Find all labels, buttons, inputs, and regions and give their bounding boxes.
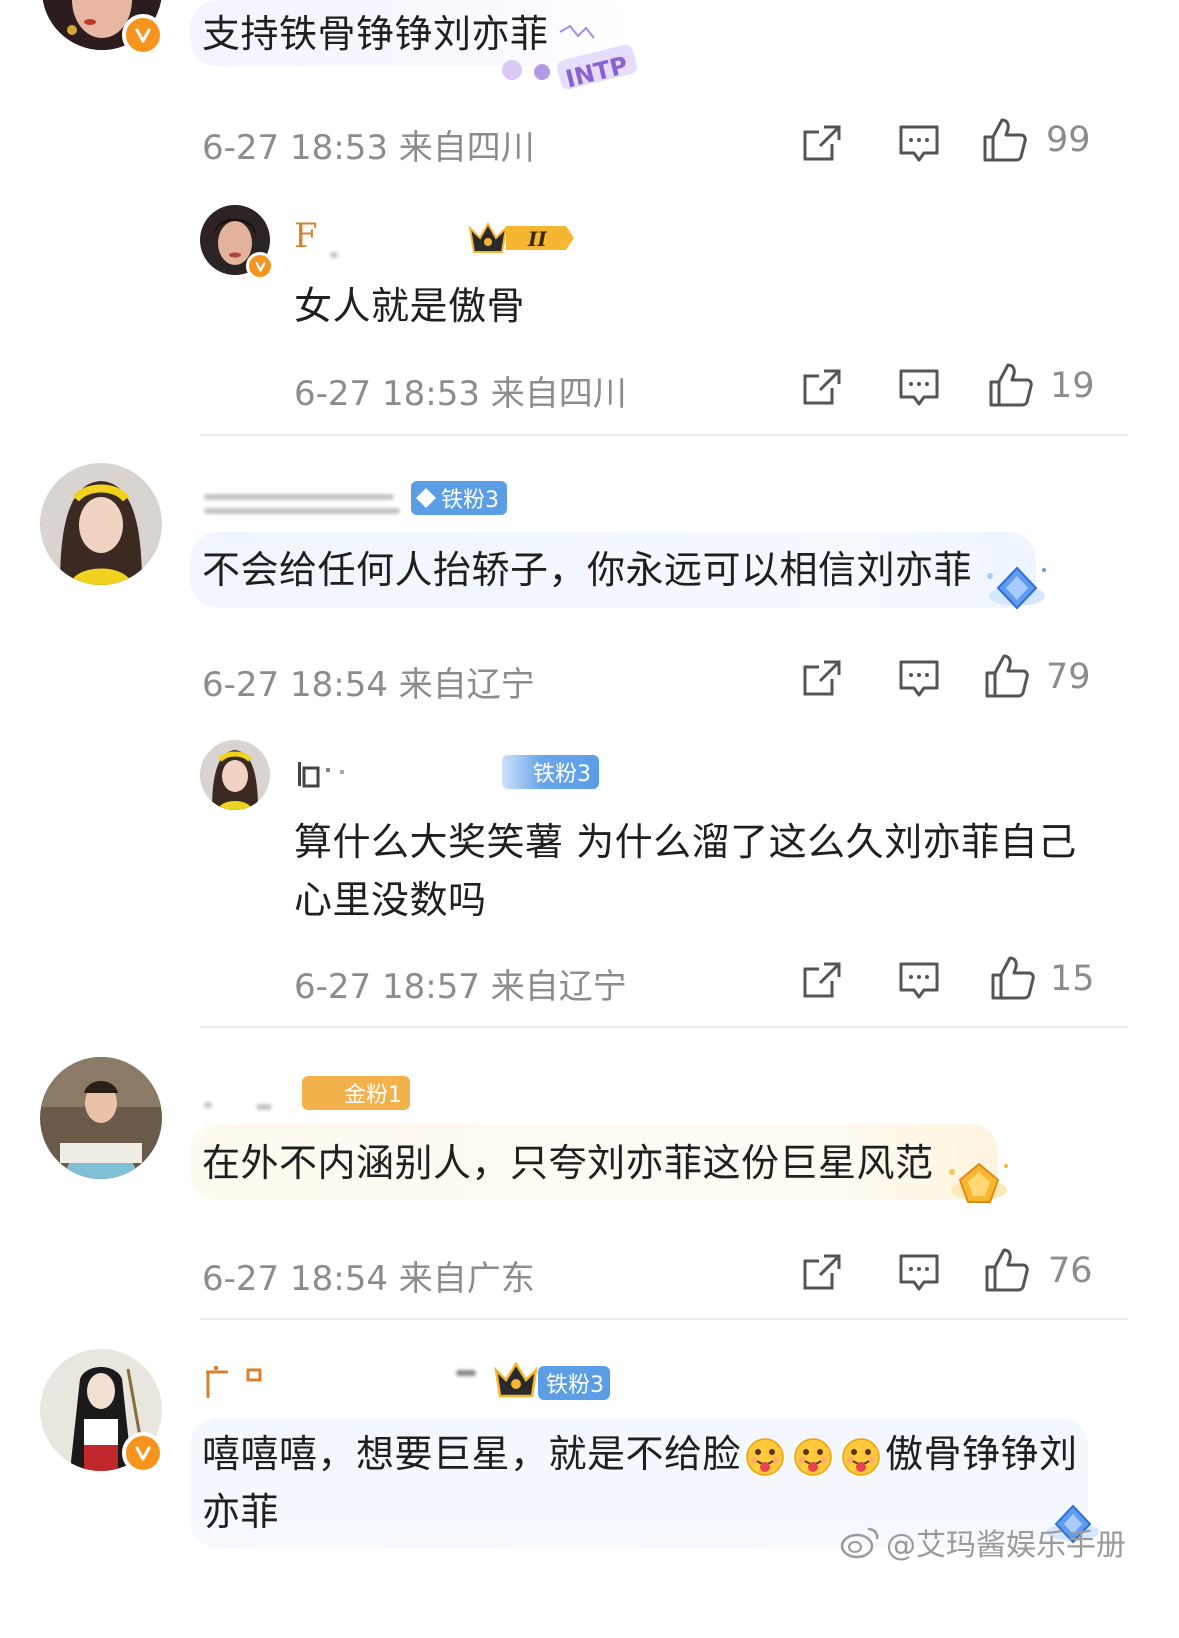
fan-badge: 铁粉3	[411, 481, 507, 515]
username-redacted	[204, 508, 400, 514]
share-icon[interactable]	[802, 1253, 842, 1295]
comment-text-part: 嘻嘻嘻，想要巨星，就是不给脸	[202, 1432, 742, 1476]
crown-icon	[492, 1360, 542, 1400]
crown-level-badge: II	[466, 218, 578, 258]
fan-badge-label: 铁粉3	[546, 1373, 604, 1398]
like-count: 99	[1046, 120, 1091, 160]
fan-badge-label: 铁粉3	[441, 488, 499, 513]
share-icon[interactable]	[802, 659, 842, 701]
comment-text: 在外不内涵别人，只夸刘亦菲这份巨星风范	[202, 1141, 934, 1185]
comment-icon[interactable]	[898, 961, 940, 1005]
fan-badge: 铁粉3	[538, 1366, 610, 1400]
comment-meta: 6-27 18:54 来自广东	[202, 1259, 535, 1299]
comment-meta: 6-27 18:54 来自辽宁	[202, 665, 535, 705]
share-icon[interactable]	[802, 124, 842, 166]
like-icon[interactable]	[990, 955, 1036, 1005]
fan-badge-label: 铁粉3	[533, 762, 591, 787]
sticker-label: INTP	[563, 51, 631, 92]
username-redacted	[204, 1102, 212, 1108]
avatar[interactable]	[40, 463, 162, 585]
verified-badge-icon	[122, 1432, 164, 1474]
tongue-emoji-icon	[841, 1434, 881, 1476]
tongue-emoji-icon	[745, 1434, 785, 1476]
comment-text: 女人就是傲骨	[294, 284, 526, 328]
username-partial	[296, 758, 356, 788]
fan-badge: 金粉1	[302, 1076, 410, 1110]
comment-icon[interactable]	[898, 368, 940, 412]
gem-decoration-icon	[944, 1156, 1014, 1212]
watermark-text: @艾玛酱娱乐手册	[886, 1528, 1126, 1563]
comment-text-part: 傲骨铮铮刘	[885, 1432, 1078, 1476]
level-label: II	[527, 227, 547, 251]
comment-text: 不会给任何人抬轿子，你永远可以相信刘亦菲	[202, 548, 973, 592]
username-redacted	[204, 494, 394, 500]
comment-icon[interactable]	[898, 659, 940, 703]
like-icon[interactable]	[984, 1247, 1030, 1297]
avatar[interactable]	[200, 740, 270, 810]
weibo-logo-icon	[840, 1525, 880, 1559]
comment-meta: 6-27 18:53 来自四川	[294, 374, 627, 414]
share-icon[interactable]	[802, 961, 842, 1003]
like-count: 19	[1050, 366, 1095, 406]
fan-badge: 铁粉3	[502, 755, 599, 789]
divider	[200, 1026, 1128, 1028]
comment-text: 嘻嘻嘻，想要巨星，就是不给脸 傲骨铮铮刘	[202, 1424, 1078, 1484]
comment-icon[interactable]	[898, 124, 940, 168]
like-count: 15	[1050, 959, 1095, 999]
watermark: @艾玛酱娱乐手册	[840, 1520, 1126, 1564]
username[interactable]: F	[294, 216, 318, 256]
like-icon[interactable]	[984, 653, 1030, 703]
divider	[200, 434, 1128, 436]
comment-text: 算什么大奖笑薯 为什么溜了这么久刘亦菲自己心里没数吗	[294, 820, 1077, 922]
diamond-decoration-icon	[982, 562, 1052, 616]
like-count: 79	[1046, 657, 1091, 697]
username-partial	[204, 1364, 268, 1400]
share-icon[interactable]	[802, 368, 842, 410]
comment-text-line2: 亦菲	[202, 1490, 280, 1534]
divider	[200, 1318, 1128, 1320]
like-icon[interactable]	[988, 362, 1034, 412]
comment-meta: 6-27 18:57 来自辽宁	[294, 967, 627, 1007]
comment-icon[interactable]	[898, 1253, 940, 1297]
like-count: 76	[1048, 1251, 1093, 1291]
diamond-icon	[416, 488, 436, 508]
intp-sticker: INTP	[490, 22, 640, 93]
comment-meta: 6-27 18:53 来自四川	[202, 128, 535, 168]
avatar[interactable]	[40, 1057, 162, 1179]
fan-badge-label: 金粉1	[344, 1083, 402, 1108]
verified-badge-icon	[246, 252, 274, 280]
verified-badge-icon	[122, 14, 164, 56]
username-redacted	[456, 1370, 476, 1376]
tongue-emoji-icon	[793, 1434, 833, 1476]
username-redacted	[330, 252, 338, 258]
username-redacted	[256, 1104, 272, 1110]
like-icon[interactable]	[982, 117, 1028, 167]
